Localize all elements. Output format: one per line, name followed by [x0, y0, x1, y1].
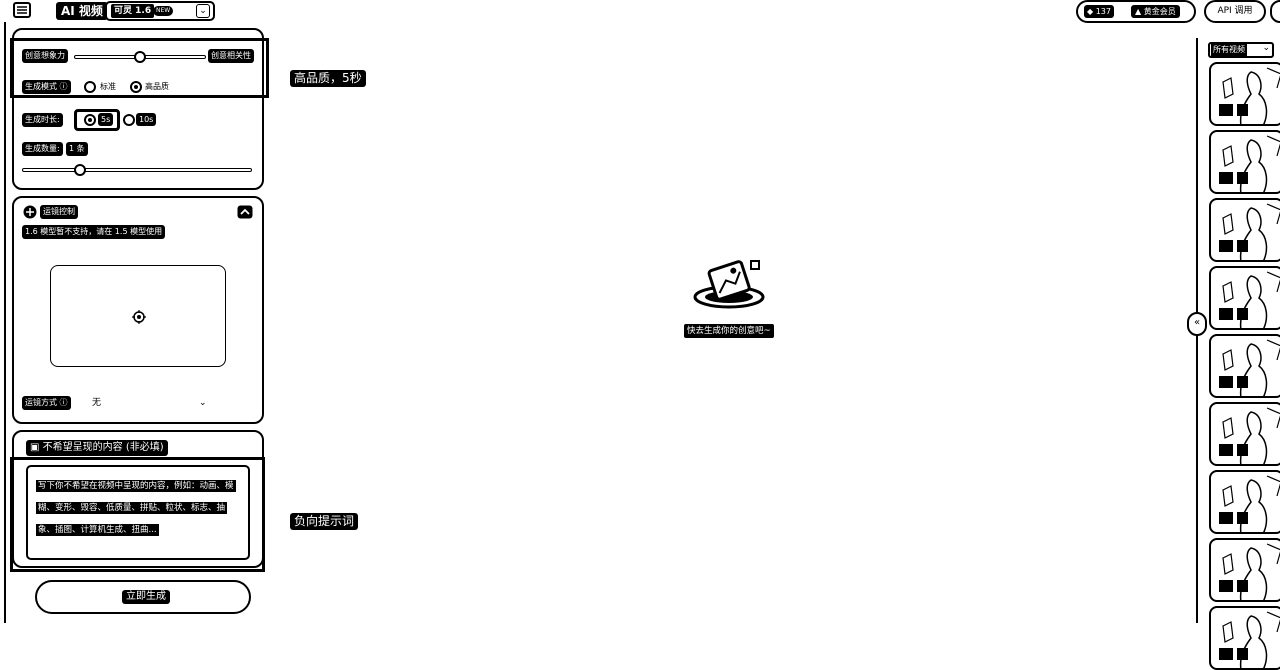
thumbnail-icon — [1237, 648, 1248, 660]
negative-prompt-title: ▣ 不希望呈现的内容 (非必填) — [26, 440, 168, 456]
duration-10s-label: 10s — [136, 113, 157, 126]
credits-and-membership[interactable]: ◆ 137 ▲ 黄金会员 — [1076, 0, 1196, 23]
generate-button-label: 立即生成 — [122, 590, 170, 604]
history-video-thumbnail[interactable] — [1209, 334, 1280, 398]
count-slider-thumb[interactable] — [73, 164, 86, 176]
thumbnail-icon — [1237, 308, 1248, 320]
count-slider[interactable] — [22, 168, 252, 172]
annotation-quality: 高品质，5秒 — [290, 70, 366, 87]
negative-prompt-placeholder: 写下你不希望在视频中呈现的内容，例如：动画、模糊、变形、毁容、低质量、拼贴、粒状… — [36, 480, 236, 536]
quality-highlight-box — [10, 38, 269, 98]
history-video-thumbnail[interactable] — [1209, 62, 1280, 126]
camera-method-value[interactable]: 无 — [92, 397, 101, 409]
duration-10s-radio[interactable] — [123, 114, 135, 126]
camera-move-icon — [23, 205, 37, 219]
thumbnail-icon — [1237, 172, 1248, 184]
vip-badge: ▲ 黄金会员 — [1131, 5, 1180, 18]
filter-label: 所有视频 — [1211, 44, 1247, 56]
chevron-down-icon: ⌄ — [196, 4, 210, 18]
api-button[interactable]: API 调用 — [1204, 0, 1266, 23]
history-video-thumbnail[interactable] — [1209, 470, 1280, 534]
thumbnail-badge — [1219, 308, 1233, 320]
camera-method-label: 运镜方式 ⓘ — [22, 396, 71, 410]
thumbnail-badge — [1219, 172, 1233, 184]
thumbnail-badge — [1219, 580, 1233, 592]
more-button[interactable] — [1270, 0, 1280, 23]
thumbnail-icon — [1237, 376, 1248, 388]
thumbnail-image — [1222, 407, 1280, 464]
app-title: AI 视频 — [56, 2, 108, 20]
thumbnail-image — [1222, 475, 1280, 532]
duration-5s-option[interactable] — [74, 109, 120, 131]
thumbnail-image — [1222, 611, 1280, 668]
duration-5s-radio[interactable] — [84, 114, 96, 126]
thumbnail-image — [1222, 271, 1280, 328]
collapse-panel-icon[interactable]: « — [1187, 312, 1207, 336]
camera-method-chevron-icon[interactable]: ⌄ — [199, 397, 207, 409]
thumbnail-icon — [1237, 240, 1248, 252]
generate-button[interactable]: 立即生成 — [35, 580, 251, 614]
empty-state-icon — [693, 260, 765, 309]
thumbnail-badge — [1219, 512, 1233, 524]
history-video-thumbnail[interactable] — [1209, 402, 1280, 466]
history-video-thumbnail[interactable] — [1209, 266, 1280, 330]
history-video-thumbnail[interactable] — [1209, 198, 1280, 262]
thumbnail-icon — [1237, 444, 1248, 456]
thumbnail-badge — [1219, 240, 1233, 252]
thumbnail-image — [1222, 135, 1280, 192]
model-name: 可灵 1.6 — [111, 4, 155, 18]
thumbnail-icon — [1237, 580, 1248, 592]
thumbnail-badge — [1219, 104, 1233, 116]
history-video-thumbnail[interactable] — [1209, 538, 1280, 602]
thumbnail-image — [1222, 339, 1280, 396]
video-filter-select[interactable]: 所有视频 ⌄ — [1208, 42, 1274, 58]
duration-5s-label: 5s — [98, 113, 114, 126]
left-divider — [4, 22, 6, 623]
camera-target-icon — [132, 310, 146, 324]
model-select[interactable]: 可灵 1.6 NEW ⌄ — [105, 1, 215, 21]
chevron-down-icon: ⌄ — [1262, 43, 1270, 53]
chevron-up-icon[interactable] — [237, 205, 253, 219]
menu-icon[interactable] — [13, 2, 31, 18]
history-video-thumbnail[interactable] — [1209, 130, 1280, 194]
model-new-badge: NEW — [153, 6, 174, 16]
duration-label: 生成时长: — [22, 113, 63, 127]
camera-control-notice: 1.6 模型暂不支持，请在 1.5 模型使用 — [22, 225, 166, 239]
thumbnail-icon — [1237, 104, 1248, 116]
thumbnail-badge — [1219, 376, 1233, 388]
credits-count: ◆ 137 — [1084, 5, 1114, 18]
thumbnail-badge — [1219, 648, 1233, 660]
empty-state-text: 快去生成你的创意吧~ — [684, 324, 774, 338]
count-label: 生成数量: — [22, 142, 63, 156]
history-video-thumbnail[interactable] — [1209, 606, 1280, 670]
thumbnail-badge — [1219, 444, 1233, 456]
camera-control-title: 运镜控制 — [40, 205, 78, 219]
thumbnail-image — [1222, 543, 1280, 600]
negative-prompt-input[interactable]: 写下你不希望在视频中呈现的内容，例如：动画、模糊、变形、毁容、低质量、拼贴、粒状… — [26, 465, 250, 560]
count-value: 1 条 — [66, 142, 88, 156]
thumbnail-image — [1222, 67, 1280, 124]
thumbnail-icon — [1237, 512, 1248, 524]
annotation-negative: 负向提示词 — [290, 513, 359, 530]
thumbnail-image — [1222, 203, 1280, 260]
